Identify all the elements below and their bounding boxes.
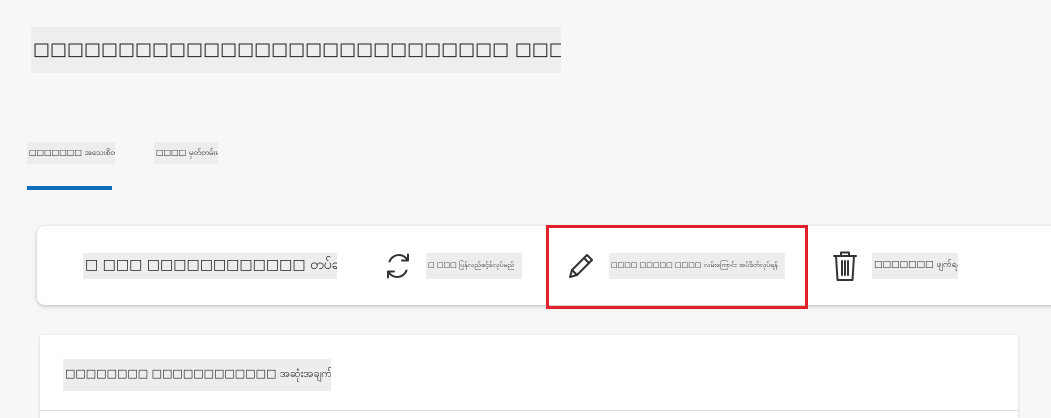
tab-logs[interactable]: □□□□ မှတ်တမ်းများ	[154, 142, 218, 164]
add-deployment-label: □ □□□ □□□□□□□□□□□□ တပ်ဆင်မှု ထည့်ရန်	[83, 252, 337, 279]
update-route-label: □□□□ □□□□□ □□□□ လမ်းကြောင်း အပ်ဒိတ်လုပ်ရ…	[609, 252, 785, 279]
page: □□□□□□□□□□□□□□□□□□□□□□□□□□□□ □□□□□□□□□□□…	[0, 0, 1051, 418]
resync-label: □ □□□ ပြန်လည်စင့်ခ်လုပ်မည်	[426, 252, 522, 279]
command-bar: □ □□□ □□□□□□□□□□□□ တပ်ဆင်မှု ထည့်ရန် □ □…	[37, 226, 1051, 305]
active-tab-indicator	[27, 186, 112, 190]
delete-label: □□□□□□□ ဖျက်ရန်	[872, 252, 958, 279]
tab-details[interactable]: □□□□□□□ အသေးစိတ်	[27, 142, 115, 164]
trash-icon	[830, 248, 860, 284]
resync-button[interactable]: □ □□□ ပြန်လည်စင့်ခ်လုပ်မည်	[380, 226, 522, 305]
sync-icon	[380, 248, 416, 284]
pencil-icon	[563, 248, 599, 284]
card-divider	[40, 410, 1018, 411]
update-route-button[interactable]: □□□□ □□□□□ □□□□ လမ်းကြောင်း အပ်ဒိတ်လုပ်ရ…	[563, 226, 785, 305]
delete-button[interactable]: □□□□□□□ ဖျက်ရန်	[830, 226, 958, 305]
endpoint-features-card: □□□□□□□□ □□□□□□□□□□□□ အဆုံးအချက် အင်္ဂါရ…	[40, 335, 1018, 418]
page-title: □□□□□□□□□□□□□□□□□□□□□□□□□□□□ □□□□□□□□□□□…	[31, 27, 561, 73]
card-title: □□□□□□□□ □□□□□□□□□□□□ အဆုံးအချက် အင်္ဂါရ…	[63, 359, 331, 391]
add-deployment-button[interactable]: □ □□□ □□□□□□□□□□□□ တပ်ဆင်မှု ထည့်ရန်	[83, 226, 337, 305]
